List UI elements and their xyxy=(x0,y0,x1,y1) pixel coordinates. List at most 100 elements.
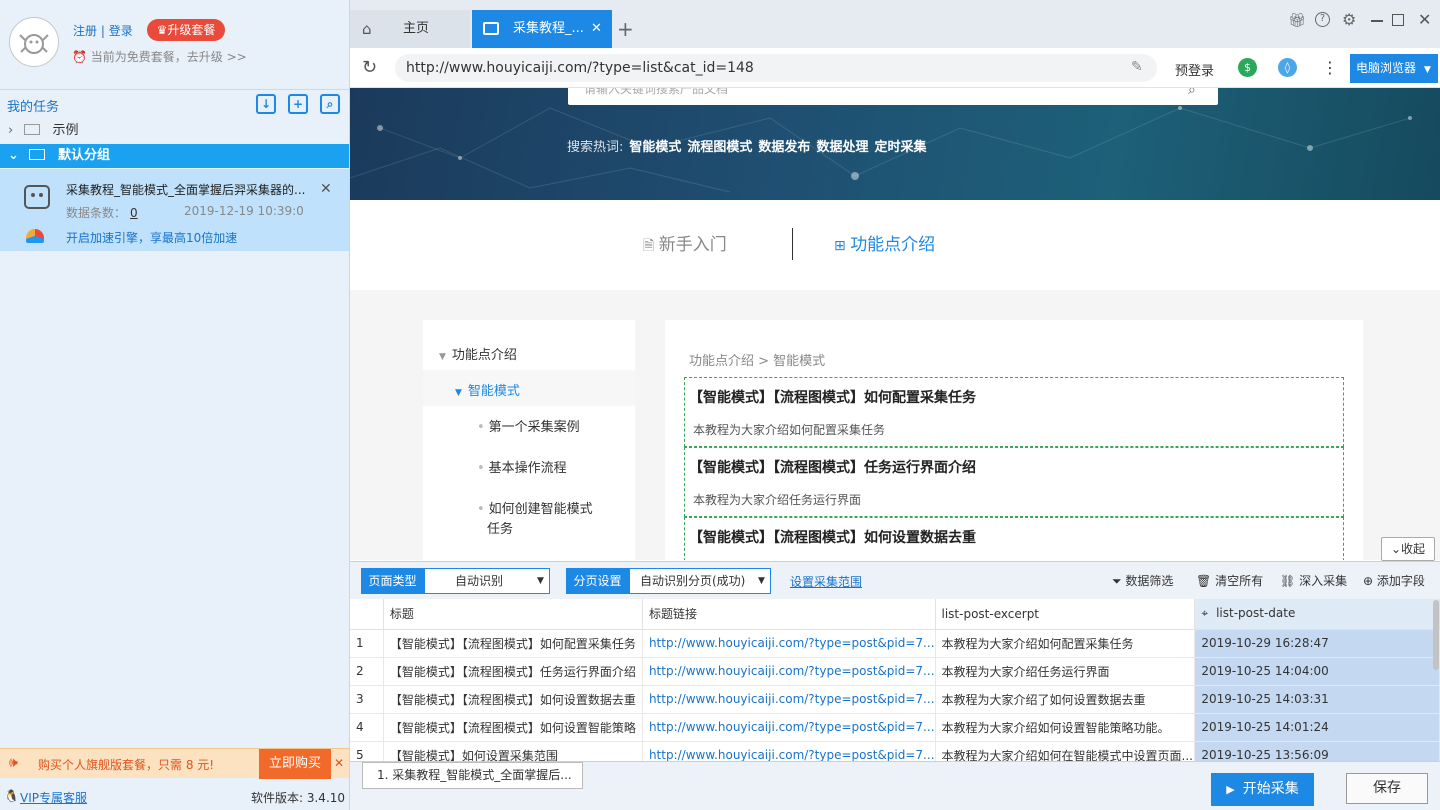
table-row[interactable]: 4 【智能模式】【流程图模式】如何设置智能策略 http://www.houyica… xyxy=(350,713,1440,742)
menu-item-continued[interactable]: 任务 xyxy=(487,518,513,537)
cell-excerpt[interactable]: 本教程为大家介绍如何在智能模式中设置页面... xyxy=(935,741,1196,761)
cell-link[interactable]: http://www.houyicaiji.com/?type=post&pid… xyxy=(642,629,936,658)
more-menu-icon[interactable]: ⋮ xyxy=(1322,58,1338,77)
deep-collect-button[interactable]: ⛓︎ 深入采集 xyxy=(1280,572,1347,589)
search-icon[interactable]: ⌕ xyxy=(1188,88,1196,98)
cell-title[interactable]: 【智能模式】【流程图模式】如何配置采集任务 xyxy=(383,629,643,658)
extension-green-icon[interactable]: $ xyxy=(1238,58,1257,77)
add-field-button[interactable]: ⊕ 添加字段 xyxy=(1363,572,1425,589)
hot-word[interactable]: 数据处理 xyxy=(816,140,868,155)
new-task-icon[interactable]: + xyxy=(288,94,308,114)
close-task-icon[interactable]: ✕ xyxy=(320,181,332,197)
cell-title[interactable]: 【智能模式】【流程图模式】任务运行界面介绍 xyxy=(383,657,643,686)
collapse-label: 收起 xyxy=(1401,542,1426,556)
menu-smart-mode[interactable]: ▼ 智能模式 xyxy=(455,380,520,399)
hot-word[interactable]: 数据发布 xyxy=(758,140,810,155)
search-input[interactable]: 请输入关键词搜索产品文档 ⌕ xyxy=(568,88,1218,105)
pagination-select[interactable]: 自动识别分页(成功) ▼ xyxy=(629,568,771,594)
accelerate-link[interactable]: 开启加速引擎，享最高10倍加速 xyxy=(66,229,237,246)
set-range-link[interactable]: 设置采集范围 xyxy=(790,573,862,590)
article-title[interactable]: 【智能模式】【流程图模式】如何配置采集任务 xyxy=(689,387,976,407)
minimize-icon[interactable] xyxy=(1371,20,1383,22)
group-default[interactable]: ⌄ 默认分组 xyxy=(0,144,349,168)
register-link[interactable]: 注册 xyxy=(73,24,97,38)
filter-button[interactable]: ⏷ 数据筛选 xyxy=(1112,572,1173,589)
menu-item[interactable]: • 第一个采集案例 xyxy=(477,416,580,435)
prelogin-button[interactable]: 预登录 xyxy=(1175,60,1214,79)
edit-url-icon[interactable]: ✎ xyxy=(1131,59,1143,75)
cell-title[interactable]: 【智能模式】【流程图模式】如何设置智能策略 xyxy=(383,713,643,742)
search-task-icon[interactable]: ⌕ xyxy=(320,94,340,114)
col-date[interactable]: ⌖ list-post-date xyxy=(1194,599,1440,630)
cell-date[interactable]: 2019-10-29 16:28:47 xyxy=(1194,629,1440,658)
maximize-icon[interactable] xyxy=(1392,14,1404,26)
table-row[interactable]: 3 【智能模式】【流程图模式】如何设置数据去重 http://www.houyica… xyxy=(350,685,1440,714)
vip-support-link[interactable]: VIP专属客服 xyxy=(20,789,87,806)
plan-status[interactable]: ⏰ 当前为免费套餐，去升级 >> xyxy=(72,48,247,65)
article-title[interactable]: 【智能模式】【流程图模式】如何设置数据去重 xyxy=(689,527,976,547)
save-button[interactable]: 保存 xyxy=(1346,773,1428,804)
clear-all-button[interactable]: 🗑︎ 清空所有 xyxy=(1196,572,1263,589)
cell-title[interactable]: 【智能模式】如何设置采集范围 xyxy=(383,741,643,761)
collapse-button[interactable]: ⌄收起 xyxy=(1381,537,1435,561)
new-tab-icon[interactable]: + xyxy=(617,10,637,48)
avatar[interactable] xyxy=(9,17,59,67)
cell-link[interactable]: http://www.houyicaiji.com/?type=post&pid… xyxy=(642,713,936,742)
cell-link[interactable]: http://www.houyicaiji.com/?type=post&pid… xyxy=(642,741,936,761)
browser-mode-button[interactable]: 电脑浏览器 ▼ xyxy=(1350,54,1438,83)
import-task-icon[interactable]: ↓ xyxy=(256,94,276,114)
gift-icon[interactable]: 🎁︎ xyxy=(1288,13,1306,29)
upgrade-button[interactable]: ♛升级套餐 xyxy=(147,19,225,41)
hot-word[interactable]: 定时采集 xyxy=(874,140,926,155)
help-icon[interactable]: ? xyxy=(1315,12,1330,27)
col-title[interactable]: 标题 xyxy=(383,599,643,630)
cell-date[interactable]: 2019-10-25 14:03:31 xyxy=(1194,685,1440,714)
table-row[interactable]: 1 【智能模式】【流程图模式】如何配置采集任务 http://www.houyica… xyxy=(350,629,1440,658)
nav-beginner[interactable]: 🗎︎ 新手入门 xyxy=(643,230,727,259)
cell-excerpt[interactable]: 本教程为大家介绍如何配置采集任务 xyxy=(935,629,1196,658)
cell-excerpt[interactable]: 本教程为大家介绍了如何设置数据去重 xyxy=(935,685,1196,714)
hot-word[interactable]: 流程图模式 xyxy=(687,140,752,155)
hot-word[interactable]: 智能模式 xyxy=(629,140,681,155)
cell-date[interactable]: 2019-10-25 14:04:00 xyxy=(1194,657,1440,686)
menu-smart-mode-label: 智能模式 xyxy=(467,384,520,399)
url-input[interactable]: http://www.houyicaiji.com/?type=list&cat… xyxy=(395,54,1157,82)
extension-blue-icon[interactable]: ◊ xyxy=(1278,58,1297,77)
article-item[interactable]: 【智能模式】【流程图模式】如何配置采集任务 本教程为大家介绍如何配置采集任务 xyxy=(684,377,1344,447)
task-title[interactable]: 采集教程_智能模式_全面掌握后羿采集器的... xyxy=(66,181,311,198)
tab-tutorial[interactable]: 采集教程_... ✕ xyxy=(472,10,612,48)
article-item[interactable]: 【智能模式】【流程图模式】任务运行界面介绍 本教程为大家介绍任务运行界面 xyxy=(684,447,1344,517)
cell-title[interactable]: 【智能模式】【流程图模式】如何设置数据去重 xyxy=(383,685,643,714)
article-title[interactable]: 【智能模式】【流程图模式】任务运行界面介绍 xyxy=(689,457,976,477)
cell-excerpt[interactable]: 本教程为大家介绍如何设置智能策略功能。 xyxy=(935,713,1196,742)
table-row[interactable]: 5 【智能模式】如何设置采集范围 http://www.houyicaiji.com… xyxy=(350,741,1440,761)
cell-date[interactable]: 2019-10-25 13:56:09 xyxy=(1194,741,1440,761)
tab-home[interactable]: ⌂ 主页 xyxy=(350,10,470,48)
page-type-select[interactable]: 自动识别 ▼ xyxy=(424,568,550,594)
cell-link[interactable]: http://www.houyicaiji.com/?type=post&pid… xyxy=(642,657,936,686)
col-excerpt[interactable]: list-post-excerpt xyxy=(935,599,1196,630)
col-link[interactable]: 标题链接 xyxy=(642,599,936,630)
table-row[interactable]: 2 【智能模式】【流程图模式】任务运行界面介绍 http://www.houyica… xyxy=(350,657,1440,686)
reload-icon[interactable]: ↻ xyxy=(362,57,377,78)
cell-date[interactable]: 2019-10-25 14:01:24 xyxy=(1194,713,1440,742)
cell-excerpt[interactable]: 本教程为大家介绍任务运行界面 xyxy=(935,657,1196,686)
group-sample[interactable]: › 示例 xyxy=(0,120,349,142)
start-collect-button[interactable]: ▶ 开始采集 xyxy=(1211,773,1314,806)
close-tab-icon[interactable]: ✕ xyxy=(591,10,602,48)
buy-now-button[interactable]: 立即购买 xyxy=(259,749,331,779)
menu-item[interactable]: • 基本操作流程 xyxy=(477,457,567,476)
gear-icon[interactable]: ⚙ xyxy=(1342,10,1356,29)
article-item[interactable]: 【智能模式】【流程图模式】如何设置数据去重 xyxy=(684,517,1344,560)
task-card[interactable]: 采集教程_智能模式_全面掌握后羿采集器的... ✕ 数据条数： 0 2019-12… xyxy=(0,169,349,251)
close-promo-icon[interactable]: ✕ xyxy=(334,756,344,770)
login-link[interactable]: 登录 xyxy=(109,24,133,38)
nav-features[interactable]: ⊞ 功能点介绍 xyxy=(834,230,935,255)
task-count-value[interactable]: 0 xyxy=(130,206,138,220)
menu-item[interactable]: • 如何创建智能模式 xyxy=(477,498,593,517)
cell-link[interactable]: http://www.houyicaiji.com/?type=post&pid… xyxy=(642,685,936,714)
menu-root[interactable]: ▼ 功能点介绍 xyxy=(439,344,517,363)
table-scrollbar[interactable] xyxy=(1433,600,1439,670)
close-window-icon[interactable]: ✕ xyxy=(1418,10,1431,29)
task-tab[interactable]: 1. 采集教程_智能模式_全面掌握后... xyxy=(362,762,583,789)
